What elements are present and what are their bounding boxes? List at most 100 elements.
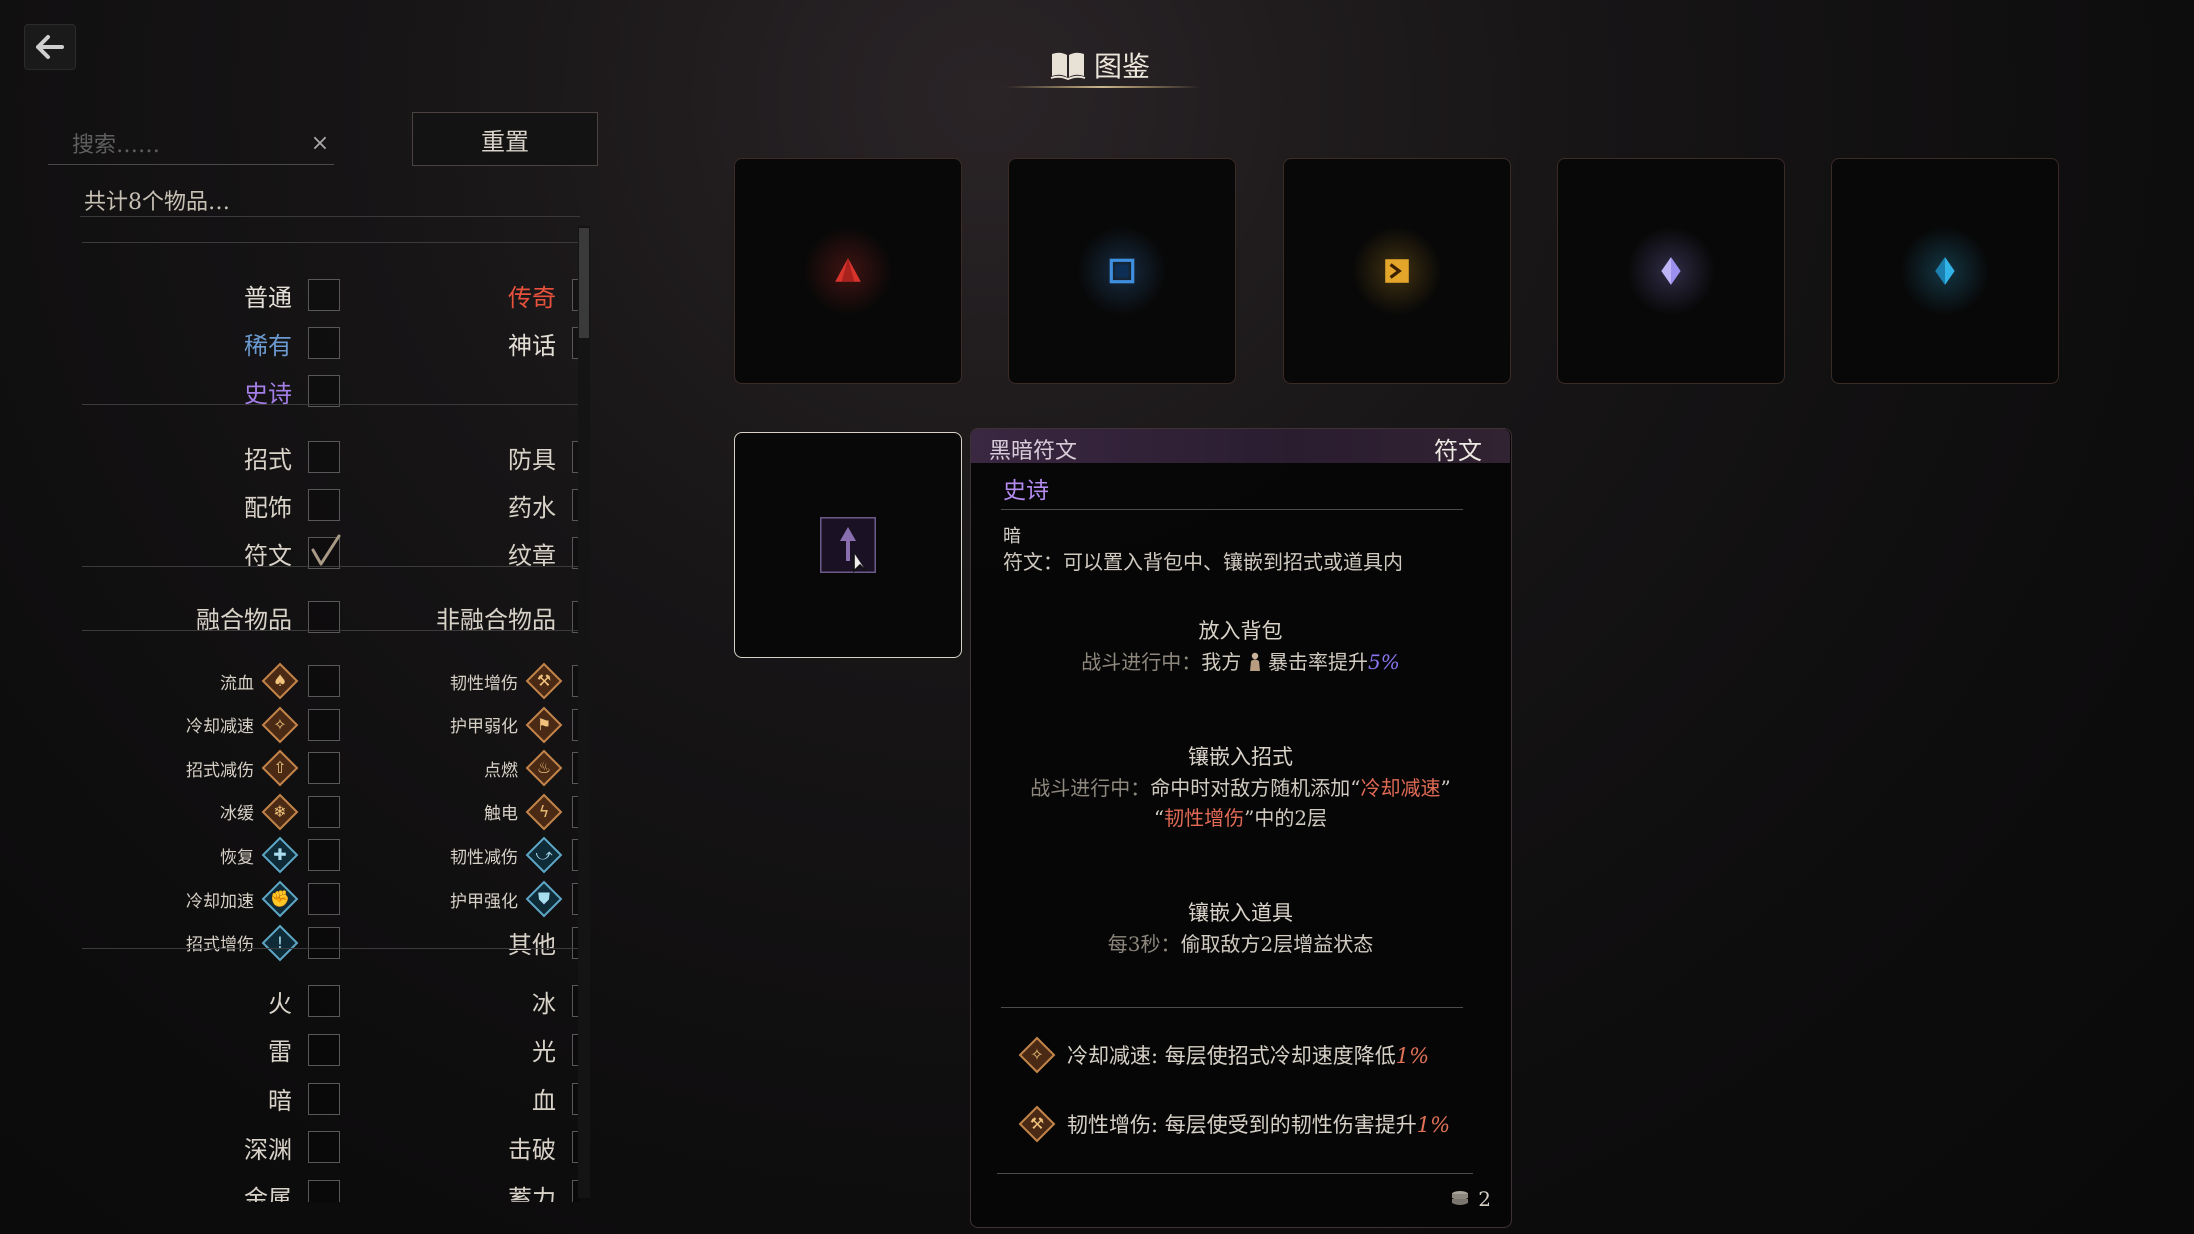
- keyword-note-value: 1%: [1395, 1044, 1430, 1068]
- item-name: 黑暗符文: [989, 439, 1078, 464]
- dark-rune-icon: [820, 517, 876, 573]
- filter-option[interactable]: 护甲强化 ⛊: [80, 880, 580, 918]
- filter-scrollbar[interactable]: [578, 226, 590, 1198]
- filter-option-label: 韧性增伤: [450, 673, 518, 694]
- item-slot[interactable]: [1008, 158, 1236, 384]
- divider: [1001, 509, 1463, 510]
- filter-option-label: 蓄力: [508, 1184, 556, 1202]
- toughness-damage-up-icon: ⚒: [524, 661, 564, 701]
- prop-effect-text: 偷取敌方2层增益状态: [1180, 932, 1374, 956]
- filter-option[interactable]: 药水: [80, 486, 580, 524]
- filter-option[interactable]: 护甲弱化 ⚑: [80, 706, 580, 744]
- search-input[interactable]: [70, 128, 294, 162]
- filter-option[interactable]: 光: [80, 1031, 580, 1069]
- item-element: 暗: [1003, 526, 1021, 547]
- filter-option[interactable]: 传奇: [80, 276, 580, 314]
- filter-option[interactable]: 韧性增伤 ⚒: [80, 662, 580, 700]
- cooldown-slow-keyword-note: ✧ 冷却减速: 每层使招式冷却速度降低1%: [1017, 1035, 1429, 1075]
- bag-effect-value: 5%: [1367, 650, 1400, 674]
- item-description: 符文：可以置入背包中、镶嵌到招式或道具内: [1003, 550, 1403, 574]
- filter-option-label: 击破: [508, 1135, 556, 1164]
- filter-option[interactable]: 神话: [80, 324, 580, 362]
- bag-section-title: 放入背包: [1198, 619, 1283, 643]
- cyan-crystal-rune-icon: [1935, 257, 1955, 285]
- coin-stack-icon: [1452, 1191, 1469, 1205]
- item-slot[interactable]: [734, 158, 962, 384]
- item-rarity: 史诗: [1003, 478, 1049, 504]
- prop-effect: 每3秒：偷取敌方2层增益状态: [971, 929, 1510, 959]
- scrollbar-thumb[interactable]: [579, 228, 589, 338]
- item-slot-selected[interactable]: [734, 432, 962, 658]
- filter-option[interactable]: 蓄力: [80, 1177, 580, 1202]
- bag-effect: 战斗进行中：我方 暴击率提升5%: [971, 647, 1510, 677]
- divider: [82, 242, 578, 243]
- divider: [82, 404, 578, 405]
- bag-effect-prefix: 战斗进行中：: [1081, 650, 1202, 674]
- item-cost: 2: [1450, 1187, 1491, 1211]
- filter-option[interactable]: 触电 ϟ: [80, 793, 580, 831]
- divider: [1001, 1007, 1463, 1008]
- filter-option[interactable]: 防具: [80, 438, 580, 476]
- bag-effect-text: 我方: [1201, 650, 1242, 674]
- filter-option-label: 韧性减伤: [450, 847, 518, 868]
- item-slot[interactable]: [1557, 158, 1785, 384]
- divider: [82, 630, 578, 631]
- tooltip-header: 黑暗符文 符文: [971, 429, 1510, 465]
- prop-effect-prefix: 每3秒：: [1107, 932, 1181, 956]
- toughness-reduce-icon: ⤻: [524, 835, 564, 875]
- title-underline: [1005, 86, 1200, 88]
- filter-option-label: 药水: [508, 493, 556, 522]
- filter-option[interactable]: 其他: [80, 924, 580, 962]
- filter-option-label: 触电: [484, 804, 518, 825]
- item-count: 共计8个物品…: [84, 190, 230, 215]
- back-button[interactable]: [24, 24, 76, 70]
- filter-option-label: 护甲强化: [450, 891, 518, 912]
- filter-option-label: 护甲弱化: [450, 717, 518, 738]
- search-bar: ×: [48, 124, 334, 165]
- item-tooltip: 黑暗符文 符文 史诗 暗 符文：可以置入背包中、镶嵌到招式或道具内 放入背包 战…: [970, 428, 1512, 1228]
- filter-option-label: 防具: [508, 445, 556, 474]
- filter-option[interactable]: 血: [80, 1080, 580, 1118]
- filter-checkbox[interactable]: [308, 375, 340, 407]
- filter-option-label: 光: [532, 1038, 556, 1067]
- filter-option-label: 神话: [508, 331, 556, 360]
- skill-effect-text-2: ”中的2层: [1244, 806, 1328, 830]
- reset-button[interactable]: 重置: [412, 112, 598, 166]
- armor-weaken-icon: ⚑: [524, 705, 564, 745]
- skill-effect-text: 命中时对敌方随机添加“: [1150, 776, 1361, 800]
- filter-option[interactable]: 击破: [80, 1128, 580, 1166]
- ally-figure-icon: [1249, 652, 1260, 671]
- filter-option-label: 点燃: [484, 760, 518, 781]
- filter-option-label: 血: [532, 1087, 556, 1116]
- item-type: 符文: [1434, 437, 1482, 465]
- filter-option[interactable]: 冰: [80, 982, 580, 1020]
- filter-option-label: 其他: [508, 931, 556, 960]
- cooldown-slow-keyword: 冷却减速: [1360, 776, 1441, 800]
- armor-strengthen-icon: ⛊: [524, 879, 564, 919]
- item-slot[interactable]: [1831, 158, 2059, 384]
- toughness-damage-keyword: 韧性增伤: [1164, 806, 1245, 830]
- clear-search-button[interactable]: ×: [306, 130, 334, 158]
- red-triangle-rune-icon: [835, 258, 861, 282]
- skill-effect-quote: ”: [1440, 776, 1451, 800]
- item-slot[interactable]: [1283, 158, 1511, 384]
- divider: [82, 948, 578, 949]
- skill-effect-prefix: 战斗进行中：: [1030, 776, 1151, 800]
- shock-icon: ϟ: [524, 792, 564, 832]
- keyword-note-text: 韧性增伤: 每层使受到的韧性伤害提升: [1067, 1113, 1417, 1137]
- filter-option-label: 冰: [532, 989, 556, 1018]
- gold-chevron-rune-icon: [1385, 259, 1409, 283]
- back-arrow-icon: [36, 35, 64, 59]
- title-text: 图鉴: [1093, 50, 1150, 83]
- filter-option[interactable]: 点燃 ♨: [80, 749, 580, 787]
- violet-crystal-rune-icon: [1661, 257, 1681, 285]
- divider: [80, 216, 580, 217]
- divider: [997, 1173, 1473, 1174]
- toughness-damage-up-icon: ⚒: [1017, 1104, 1057, 1144]
- prop-section-title: 镶嵌入道具: [1188, 901, 1293, 925]
- filter-option[interactable]: 韧性减伤 ⤻: [80, 836, 580, 874]
- skill-effect-quote-2: “: [1153, 806, 1165, 830]
- blue-square-rune-icon: [1109, 258, 1135, 284]
- cooldown-slow-icon: ✧: [1017, 1035, 1057, 1075]
- book-icon: [1050, 52, 1086, 80]
